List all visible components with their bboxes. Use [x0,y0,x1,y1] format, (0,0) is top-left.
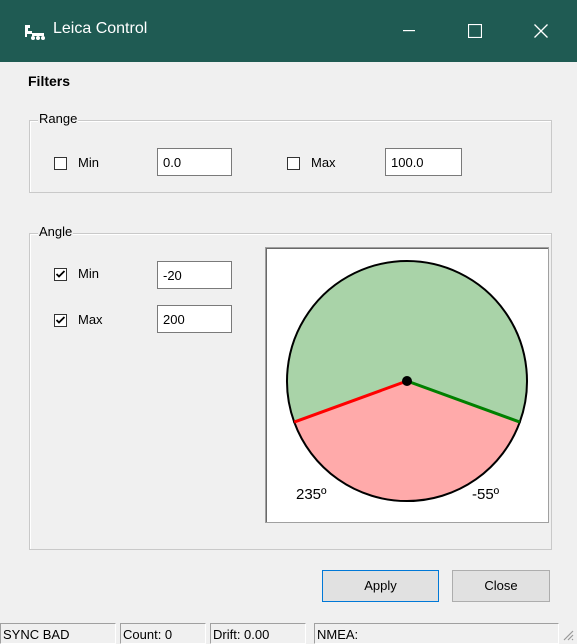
app-icon [23,22,45,42]
range-max-input[interactable]: 100.0 [385,148,462,176]
title-bar: Leica Control [0,0,577,62]
close-button[interactable]: Close [452,570,550,602]
checkmark-icon [56,270,65,278]
window-title: Leica Control [53,20,148,37]
range-min-label: Min [78,155,99,170]
filters-heading: Filters [28,73,71,89]
minimize-button[interactable] [376,0,442,62]
close-window-button[interactable] [508,0,574,62]
angle-max-input[interactable]: 200 [157,305,232,333]
status-drift: Drift: 0.00 [210,623,306,644]
angle-max-label: Max [78,312,103,327]
dial-center-dot [402,376,412,386]
apply-button[interactable]: Apply [322,570,439,602]
range-max-label: Max [311,155,336,170]
dial-left-label: 235º [296,486,327,503]
angle-dial-panel: 235º -55º [265,247,549,523]
minimize-icon [403,30,415,32]
range-legend: Range [38,111,79,126]
angle-min-checkbox[interactable] [54,268,67,281]
angle-max-checkbox[interactable] [54,314,67,327]
status-count: Count: 0 [120,623,206,644]
status-bar: SYNC BAD Count: 0 Drift: 0.00 NMEA: [0,621,577,644]
checkmark-icon [56,316,65,324]
maximize-icon [468,24,482,38]
range-min-input[interactable]: 0.0 [157,148,232,176]
status-nmea: NMEA: [314,623,559,644]
angle-dial: 235º -55º [286,260,528,503]
angle-min-input[interactable]: -20 [157,261,232,289]
resize-grip-icon[interactable] [562,629,574,641]
range-min-checkbox[interactable] [54,157,67,170]
close-icon [534,24,548,38]
range-max-checkbox[interactable] [287,157,300,170]
angle-min-label: Min [78,266,99,281]
maximize-button[interactable] [442,0,508,62]
dial-right-label: -55º [472,486,500,503]
status-sync: SYNC BAD [0,623,116,644]
angle-legend: Angle [38,224,74,239]
